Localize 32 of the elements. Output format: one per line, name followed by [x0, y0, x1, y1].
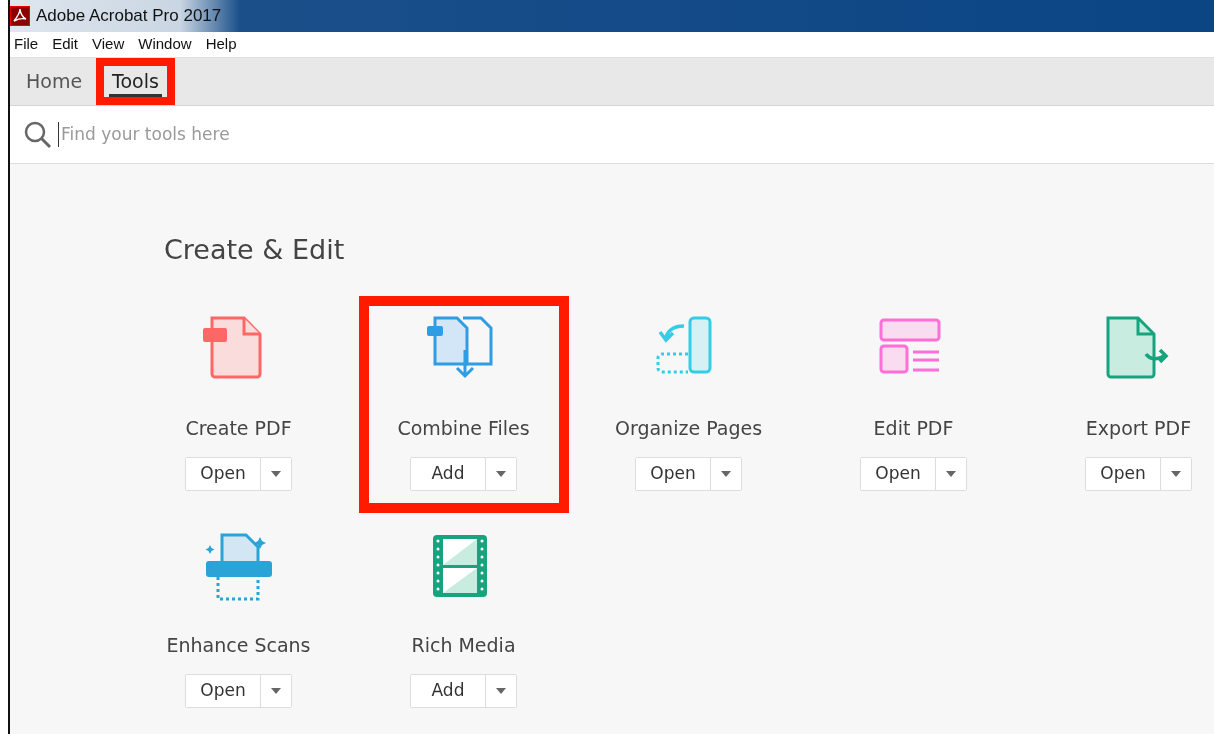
menu-item[interactable]: File — [14, 33, 39, 56]
tool-action-button[interactable]: Open — [186, 674, 261, 707]
caret-icon — [496, 470, 506, 477]
tool-name: Edit PDF — [873, 416, 954, 442]
tool-name: Enhance Scans — [166, 633, 311, 659]
caret-icon — [496, 687, 506, 694]
tool-action-button[interactable]: Add — [411, 457, 486, 490]
tool-name: Combine Files — [397, 416, 530, 442]
caret-icon — [721, 470, 731, 477]
tool-name: Export PDF — [1085, 416, 1192, 442]
tab[interactable]: Home — [16, 58, 93, 105]
tool-name: Rich Media — [411, 633, 516, 659]
tool-name: Organize Pages — [614, 416, 763, 442]
caret-icon — [1171, 470, 1181, 477]
menu-item[interactable]: Window — [138, 33, 192, 56]
tool-action-button[interactable]: Open — [1086, 457, 1161, 490]
section-title: Create & Edit — [163, 233, 346, 267]
caret-icon — [271, 470, 281, 477]
caret-icon — [271, 687, 281, 694]
window-title: Adobe Acrobat Pro 2017 — [36, 5, 222, 28]
tool-action-button[interactable]: Add — [411, 674, 486, 707]
tool-name: Create PDF — [185, 416, 292, 442]
menu-item[interactable]: Edit — [52, 33, 79, 56]
menu-item[interactable]: Help — [205, 33, 237, 56]
tool-action-button[interactable]: Open — [636, 457, 711, 490]
caret-icon — [946, 470, 956, 477]
tool-action-button[interactable]: Open — [186, 457, 261, 490]
tool-action-button[interactable]: Open — [861, 457, 936, 490]
search-field[interactable]: Find your tools here — [58, 121, 458, 148]
search-icon — [24, 120, 52, 149]
menu-item[interactable]: View — [92, 33, 125, 56]
tab[interactable]: Tools — [96, 58, 175, 105]
